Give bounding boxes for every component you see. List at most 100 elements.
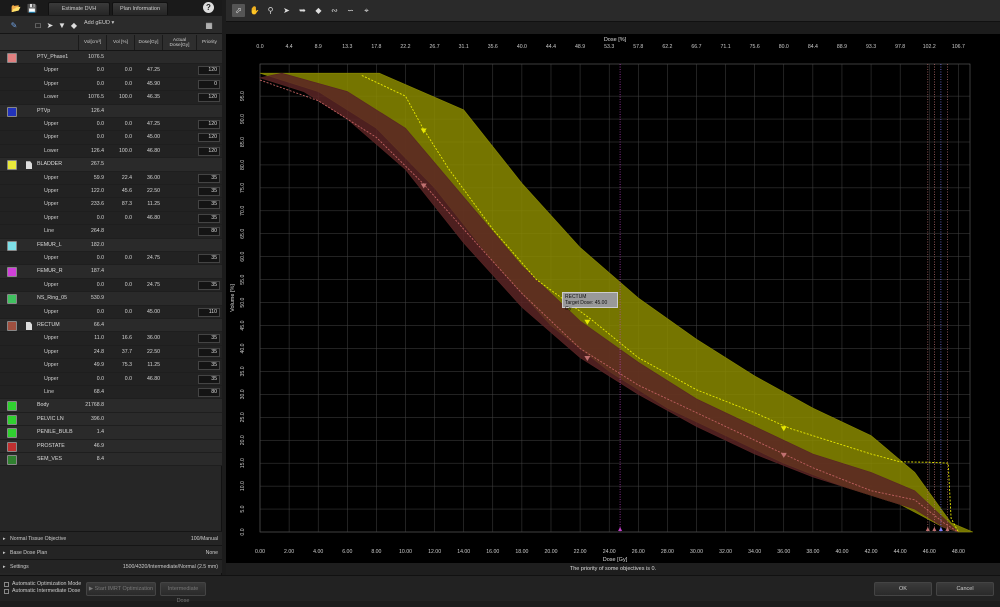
structure-row[interactable]: NS_Ring_05 530.9	[0, 292, 222, 306]
objective-row[interactable]: Upper 0.0 0.0 47.25 120	[0, 118, 222, 132]
structure-color-swatch[interactable]	[7, 401, 17, 412]
cancel-button[interactable]: Cancel	[936, 582, 994, 596]
objective-volume-pct[interactable]: 22.4	[106, 174, 134, 183]
objective-row[interactable]: Upper 49.9 75.3 11.25 35	[0, 359, 222, 373]
section-settings[interactable]: ▸ Settings 1500/4320/Intermediate/Normal (…	[0, 559, 222, 573]
objective-dose[interactable]	[134, 388, 162, 397]
lower-objective-icon[interactable]: ➥	[296, 4, 309, 17]
save-icon[interactable]: 💾	[26, 2, 38, 14]
col-actual-dose[interactable]: Actual Dose[Gy]	[162, 35, 196, 50]
objective-volume-cc[interactable]: 0.0	[78, 80, 106, 89]
col-volume-cc[interactable]: Vol[cm³]	[78, 35, 106, 50]
priority-field[interactable]: 80	[198, 227, 220, 237]
objective-dose[interactable]: 24.75	[134, 281, 162, 290]
dvh-estimate-icon[interactable]: ∽	[344, 4, 357, 17]
section-base-dose[interactable]: ▸ Base Dose Plan None	[0, 545, 222, 559]
objective-volume-pct[interactable]: 0.0	[106, 375, 134, 384]
upper-objective-icon[interactable]: ➤	[280, 4, 293, 17]
objective-dose[interactable]: 46.80	[134, 147, 162, 156]
ok-button[interactable]: OK	[874, 582, 932, 596]
structure-color-swatch[interactable]	[7, 160, 17, 171]
objective-dose[interactable]: 45.00	[134, 308, 162, 317]
priority-field[interactable]: 120	[198, 120, 220, 129]
objective-dose[interactable]	[134, 227, 162, 236]
objective-volume-pct[interactable]: 16.6	[106, 334, 134, 343]
structure-row[interactable]: PROSTATE 46.9	[0, 439, 222, 453]
objective-volume-pct[interactable]: 0.0	[106, 80, 134, 89]
auto-intermediate-checkbox[interactable]	[4, 589, 9, 594]
priority-field[interactable]: 80	[198, 388, 220, 397]
point-objective-icon[interactable]: ◆	[68, 19, 80, 31]
objective-volume-cc[interactable]: 1076.5	[78, 93, 106, 102]
structure-row[interactable]: FEMUR_L 182.0	[0, 238, 222, 252]
objective-volume-pct[interactable]: 0.0	[106, 214, 134, 223]
folder-icon[interactable]: 📂	[10, 2, 22, 14]
objective-row[interactable]: Lower 126.4 100.0 46.80 120	[0, 144, 222, 159]
objective-volume-cc[interactable]: 0.0	[78, 66, 106, 75]
structure-row[interactable]: RECTUM 66.4	[0, 319, 222, 333]
priority-field[interactable]: 35	[198, 173, 220, 183]
objective-volume-cc[interactable]: 233.6	[78, 200, 106, 209]
priority-field[interactable]: 120	[198, 133, 220, 143]
objective-row[interactable]: Upper 0.0 0.0 45.00 110	[0, 305, 222, 319]
objective-volume-pct[interactable]: 100.0	[106, 93, 134, 102]
objective-volume-cc[interactable]: 24.8	[78, 348, 106, 357]
structure-row[interactable]: PELVIC LN 396.0	[0, 412, 222, 427]
objective-volume-cc[interactable]: 0.0	[78, 254, 106, 263]
objective-volume-cc[interactable]: 264.8	[78, 227, 106, 236]
objective-dose[interactable]: 46.80	[134, 375, 162, 384]
objective-volume-pct[interactable]: 0.0	[106, 254, 134, 263]
objective-volume-pct[interactable]: 45.6	[106, 187, 134, 196]
objective-dose[interactable]: 47.25	[134, 66, 162, 75]
objective-row[interactable]: Upper 59.9 22.4 36.00 35	[0, 171, 222, 185]
objective-volume-cc[interactable]: 0.0	[78, 375, 106, 384]
priority-field[interactable]: 35	[198, 280, 220, 290]
priority-field[interactable]: 35	[198, 334, 220, 344]
upper-objective-icon[interactable]: ➤	[44, 19, 56, 31]
structure-color-swatch[interactable]	[7, 441, 17, 452]
structure-color-swatch[interactable]	[7, 414, 17, 425]
objective-volume-pct[interactable]: 0.0	[106, 308, 134, 317]
col-dose[interactable]: Dose[Gy]	[134, 35, 162, 50]
structure-color-swatch[interactable]	[7, 267, 17, 278]
objective-row[interactable]: Lower 1076.5 100.0 46.35 120	[0, 91, 222, 105]
priority-field[interactable]: 35	[198, 374, 220, 384]
objective-volume-pct[interactable]: 0.0	[106, 133, 134, 142]
section-normal-tissue[interactable]: ▸ Normal Tissue Objective 100/Manual	[0, 531, 222, 545]
start-imrt-button[interactable]: ▶ Start IMRT Optimization	[86, 582, 156, 596]
objective-volume-cc[interactable]: 122.0	[78, 187, 106, 196]
objective-volume-cc[interactable]: 126.4	[78, 147, 106, 156]
objective-volume-pct[interactable]: 75.3	[106, 361, 134, 370]
objective-row[interactable]: Upper 0.0 0.0 24.75 35	[0, 252, 222, 266]
objective-volume-cc[interactable]: 49.9	[78, 361, 106, 370]
tab-plan-information[interactable]: Plan Information	[112, 2, 168, 15]
structure-color-swatch[interactable]	[7, 428, 17, 439]
objective-volume-pct[interactable]: 0.0	[106, 281, 134, 290]
col-priority[interactable]: Priority	[196, 35, 222, 50]
objective-volume-pct[interactable]: 0.0	[106, 66, 134, 75]
zoom-icon[interactable]: ⚲	[264, 4, 277, 17]
objective-dose[interactable]: 22.50	[134, 187, 162, 196]
priority-field[interactable]: 0	[198, 79, 220, 89]
objective-row[interactable]: Upper 0.0 0.0 46.80 35	[0, 372, 222, 386]
document-icon[interactable]: □	[32, 19, 44, 31]
priority-field[interactable]: 35	[198, 213, 220, 223]
objective-row[interactable]: Line 264.8 80	[0, 225, 222, 239]
structure-color-swatch[interactable]	[7, 106, 17, 117]
priority-field[interactable]: 120	[198, 93, 220, 103]
tab-estimate-dvh[interactable]: Estimate DVH	[48, 2, 110, 15]
objective-dose[interactable]: 11.25	[134, 361, 162, 370]
objective-row[interactable]: Upper 0.0 0.0 46.80 35	[0, 211, 222, 226]
objective-volume-cc[interactable]: 59.9	[78, 174, 106, 183]
objective-dose[interactable]: 22.50	[134, 348, 162, 357]
priority-field[interactable]: 110	[198, 307, 220, 317]
priority-field[interactable]: 120	[198, 66, 220, 76]
objective-volume-cc[interactable]: 0.0	[78, 133, 106, 142]
priority-field[interactable]: 35	[198, 200, 220, 210]
objective-volume-pct[interactable]	[106, 388, 134, 397]
objective-dose[interactable]: 24.75	[134, 254, 162, 263]
objective-dose[interactable]: 36.00	[134, 334, 162, 343]
priority-field[interactable]: 35	[198, 347, 220, 357]
objective-dose[interactable]: 45.90	[134, 80, 162, 89]
objective-volume-pct[interactable]: 100.0	[106, 147, 134, 156]
